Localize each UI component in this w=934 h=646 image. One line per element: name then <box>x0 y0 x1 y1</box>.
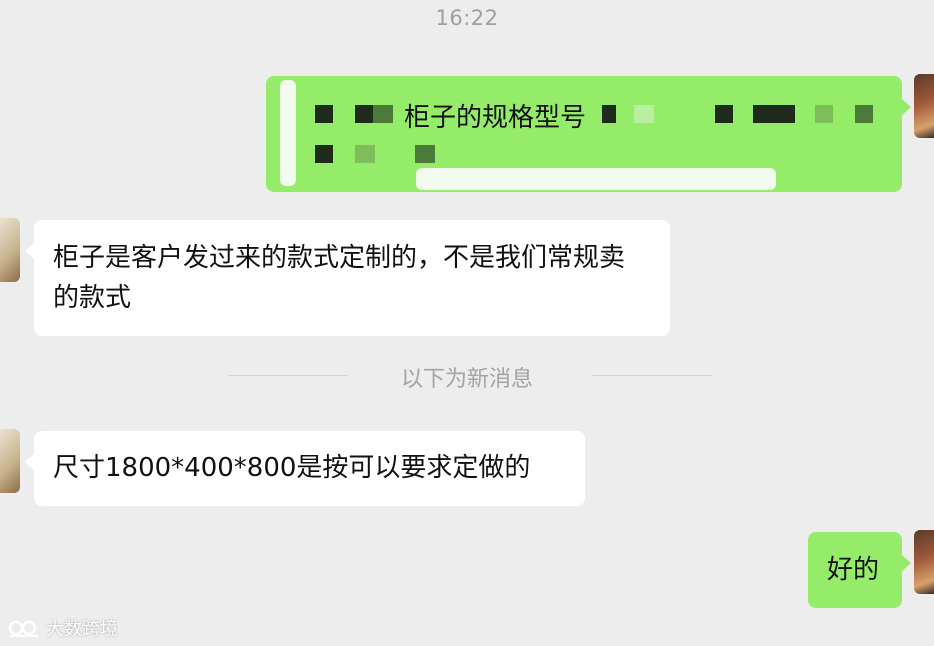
watermark-text: 大数跨境 <box>46 619 118 640</box>
message-text: 好的 <box>827 555 880 585</box>
redaction-block <box>602 105 616 123</box>
message-text: 柜子是客户发过来的款式定制的，不是我们常规卖的款式 <box>53 243 626 313</box>
redaction-block <box>355 145 375 163</box>
redaction-block <box>315 145 333 163</box>
redaction-block <box>753 105 795 123</box>
watermark: 大数跨境 <box>8 615 118 641</box>
divider-label: 以下为新消息 <box>400 367 533 392</box>
my-avatar[interactable] <box>914 74 934 138</box>
redaction-block <box>315 105 333 123</box>
my-avatar[interactable] <box>914 530 934 594</box>
incoming-message-bubble[interactable]: 尺寸1800*400*800是按可以要求定做的 <box>25 431 585 506</box>
redaction-block <box>815 105 833 123</box>
redaction-block <box>634 105 654 123</box>
new-messages-divider: 以下为新消息 <box>0 357 934 393</box>
contact-avatar[interactable] <box>0 218 20 282</box>
divider-line <box>592 375 712 376</box>
contact-avatar[interactable] <box>0 429 20 493</box>
redaction-smudge <box>280 80 296 186</box>
redaction-block <box>415 145 435 163</box>
redaction-block <box>855 105 873 123</box>
message-timestamp: 16:22 <box>435 6 499 30</box>
watermark-logo-icon <box>8 620 38 637</box>
incoming-message-bubble[interactable]: 柜子是客户发过来的款式定制的，不是我们常规卖的款式 <box>25 220 670 336</box>
outgoing-message-bubble[interactable]: 好的 <box>808 532 911 608</box>
redaction-block <box>715 105 733 123</box>
redaction-smudge <box>416 168 776 190</box>
chat-window: 16:22 柜子的规格型号 柜子是客户发过来的款式定制的，不是我们常规卖的款式 … <box>0 0 934 646</box>
message-text: 尺寸1800*400*800是按可以要求定做的 <box>53 453 531 483</box>
message-text: 柜子的规格型号 <box>404 103 587 133</box>
outgoing-message-bubble[interactable]: 柜子的规格型号 <box>266 76 911 192</box>
redaction-block <box>373 105 393 123</box>
